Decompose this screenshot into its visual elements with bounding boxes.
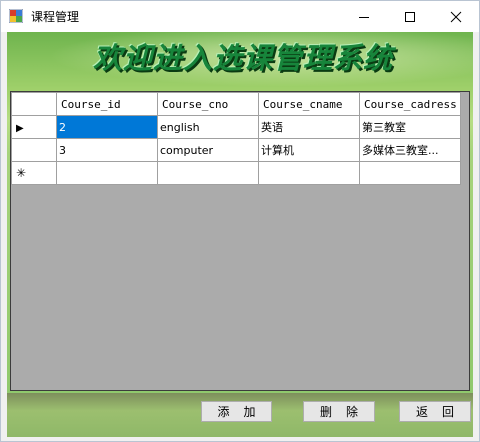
new-row-asterisk-icon: ✳	[16, 166, 27, 180]
current-row-marker-icon: ▶	[16, 122, 24, 134]
row-header-current[interactable]: ▶	[11, 115, 57, 139]
table-row[interactable]: 3 computer 计算机 多媒体三教室...	[11, 138, 461, 162]
table-row[interactable]: ▶ 2 english 英语 第三教室	[11, 115, 461, 139]
close-button[interactable]	[433, 1, 479, 32]
app-icon	[9, 9, 23, 23]
delete-button[interactable]: 删除	[303, 401, 375, 422]
app-window: 课程管理 欢迎进入选课管理系统 Course_id Course_cno Cou…	[0, 0, 480, 442]
cell-course-cno[interactable]: computer	[157, 138, 259, 162]
new-row[interactable]: ✳	[11, 161, 461, 185]
maximize-button[interactable]	[387, 1, 433, 32]
column-header-course-cname[interactable]: Course_cname	[258, 92, 360, 116]
cell-course-cno[interactable]: english	[157, 115, 259, 139]
close-icon	[450, 11, 462, 22]
window-title: 课程管理	[31, 10, 80, 24]
new-cell-course-id[interactable]	[56, 161, 158, 185]
new-cell-course-cadress[interactable]	[359, 161, 461, 185]
cell-course-cadress[interactable]: 多媒体三教室...	[359, 138, 461, 162]
new-cell-course-cno[interactable]	[157, 161, 259, 185]
cell-course-id[interactable]: 2	[56, 115, 158, 139]
header-row: Course_id Course_cno Course_cname Course…	[11, 92, 461, 116]
welcome-banner: 欢迎进入选课管理系统	[93, 41, 394, 75]
back-button[interactable]: 返回	[399, 401, 471, 422]
title-bar[interactable]: 课程管理	[1, 1, 479, 32]
row-header-new[interactable]: ✳	[11, 161, 57, 185]
cell-course-cname[interactable]: 英语	[258, 115, 360, 139]
cell-course-cname[interactable]: 计算机	[258, 138, 360, 162]
column-header-course-cadress[interactable]: Course_cadress	[359, 92, 461, 116]
cell-course-cadress[interactable]: 第三教室	[359, 115, 461, 139]
add-button[interactable]: 添加	[201, 401, 272, 422]
row-header[interactable]	[11, 138, 57, 162]
column-header-course-cno[interactable]: Course_cno	[157, 92, 259, 116]
maximize-icon	[405, 11, 415, 22]
cell-course-id[interactable]: 3	[56, 138, 158, 162]
course-table: Course_id Course_cno Course_cname Course…	[11, 92, 461, 185]
course-data-grid[interactable]: Course_id Course_cno Course_cname Course…	[10, 91, 470, 391]
column-header-course-id[interactable]: Course_id	[56, 92, 158, 116]
minimize-icon	[359, 16, 369, 18]
form-client-area: 欢迎进入选课管理系统 Course_id Course_cno Course_c…	[7, 32, 473, 437]
new-cell-course-cname[interactable]	[258, 161, 360, 185]
corner-header[interactable]	[11, 92, 57, 116]
minimize-button[interactable]	[341, 1, 387, 32]
